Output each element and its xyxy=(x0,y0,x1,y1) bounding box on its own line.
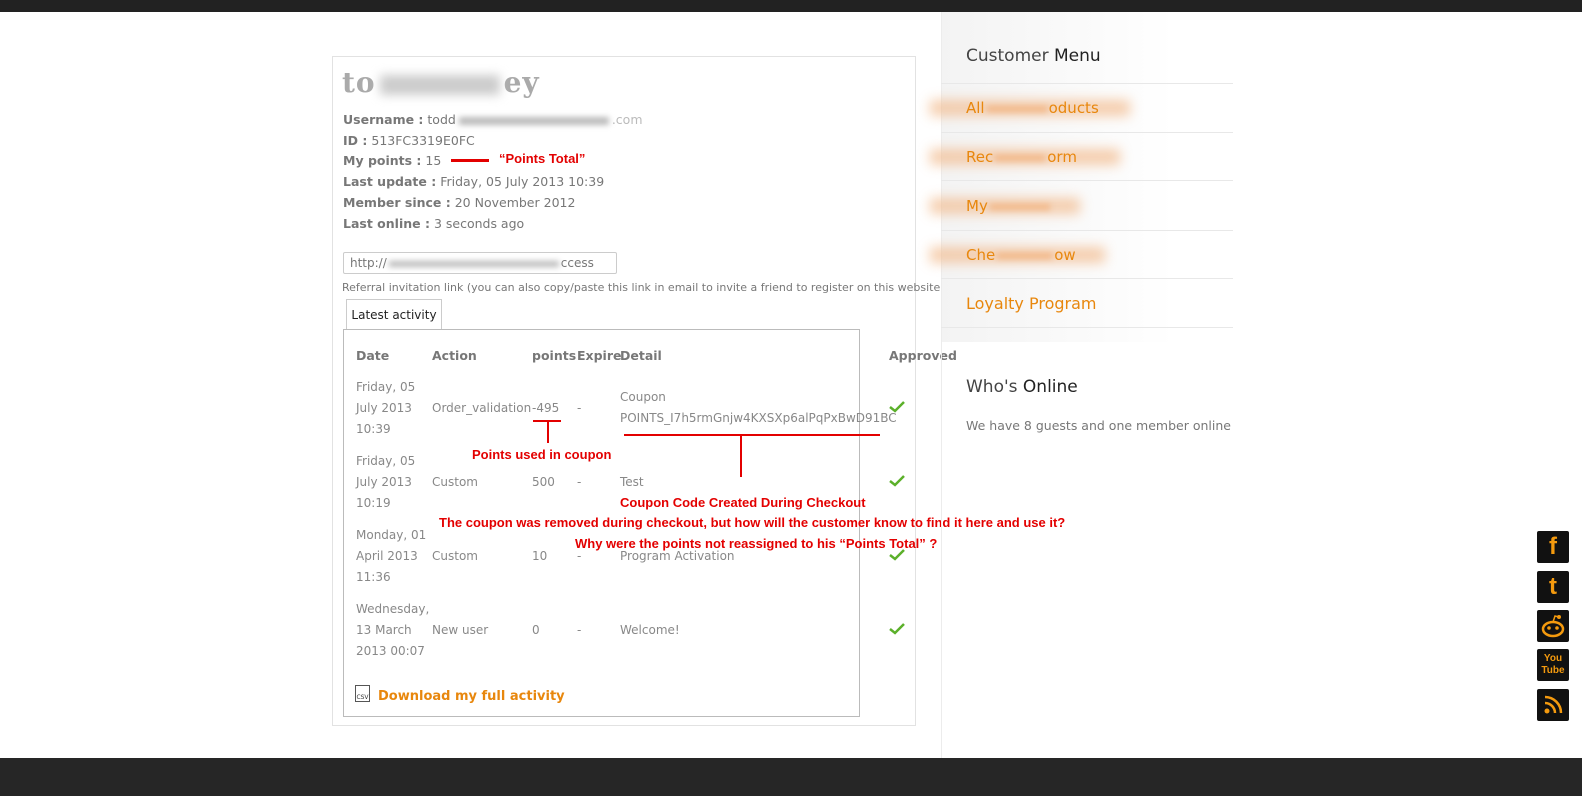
download-activity-link[interactable]: Download my full activity xyxy=(378,689,565,704)
points-line: My points : 15 xyxy=(343,153,442,168)
table-row-expire: - xyxy=(577,401,582,415)
facebook-icon[interactable]: f xyxy=(1537,531,1569,563)
last-update-line: Last update : Friday, 05 July 2013 10:39 xyxy=(343,174,605,189)
table-row-points: 10 xyxy=(532,549,548,563)
col-expire-header: Expire xyxy=(577,348,622,363)
member-since-line: Member since : 20 November 2012 xyxy=(343,195,576,210)
menu-divider xyxy=(941,230,1233,231)
referral-hint: Referral invitation link (you can also c… xyxy=(342,281,949,294)
annotation-line xyxy=(451,159,489,162)
table-row-date: Monday, 01 April 2013 11:36 xyxy=(356,528,427,584)
table-row-date: Friday, 05 July 2013 10:19 xyxy=(356,454,416,510)
sidebar-item-loyalty-program[interactable]: Loyalty Program xyxy=(966,294,1096,313)
col-date-header: Date xyxy=(356,348,390,363)
annotation-question-1: The coupon was removed during checkout, … xyxy=(439,515,1066,530)
tab-latest-activity[interactable]: Latest activity xyxy=(346,299,442,330)
annotation-line xyxy=(740,434,742,477)
approved-check-icon xyxy=(889,623,905,635)
menu-divider xyxy=(941,278,1233,279)
csv-file-icon[interactable]: CSV xyxy=(355,685,370,702)
id-line: ID : 513FC3319E0FC xyxy=(343,133,475,148)
table-row-points: -495 xyxy=(532,401,560,415)
table-row-expire: - xyxy=(577,475,582,489)
sidebar-divider xyxy=(941,12,942,758)
approved-check-icon xyxy=(889,401,905,413)
reddit-icon[interactable] xyxy=(1537,610,1569,642)
sidebar-item-my[interactable]: My xyxy=(966,197,1052,215)
menu-divider xyxy=(941,132,1233,133)
bottom-bar xyxy=(0,758,1582,796)
table-row-action: Custom xyxy=(432,475,478,489)
approved-check-icon xyxy=(889,475,905,487)
col-detail-header: Detail xyxy=(620,348,662,363)
twitter-icon[interactable]: t xyxy=(1537,571,1569,603)
sidebar-item-products[interactable]: All oducts xyxy=(966,99,1099,117)
annotation-question-2: Why were the points not reassigned to hi… xyxy=(575,536,938,551)
table-row-action: Custom xyxy=(432,549,478,563)
points-total-value: 15 xyxy=(425,153,442,168)
youtube-icon[interactable]: You Tube xyxy=(1537,649,1569,681)
username-line: Username : todd .com xyxy=(343,112,643,127)
table-row-date: Friday, 05 July 2013 10:39 xyxy=(356,380,416,436)
table-row-points: 500 xyxy=(532,475,555,489)
annotation-coupon-created: Coupon Code Created During Checkout xyxy=(620,495,866,510)
rss-icon[interactable] xyxy=(1537,689,1569,721)
annotation-points-total: “Points Total” xyxy=(499,151,586,166)
menu-divider xyxy=(941,180,1233,181)
table-row-expire: - xyxy=(577,623,582,637)
table-row-detail: Coupon POINTS_I7h5rmGnjw4KXSXp6alPqPxBwD9… xyxy=(620,390,897,425)
profile-name: to ey xyxy=(342,66,540,99)
customer-menu-heading: Customer Menu xyxy=(966,46,1101,66)
annotation-line xyxy=(624,434,880,436)
table-row-action: Order_validation xyxy=(432,401,532,415)
whos-online-text: We have 8 guests and one member online xyxy=(966,418,1231,433)
col-points-header: points xyxy=(532,348,577,363)
top-bar xyxy=(0,0,1582,12)
sidebar-item-form[interactable]: Rec orm xyxy=(966,148,1077,166)
table-row-action: New user xyxy=(432,623,489,637)
menu-divider xyxy=(941,83,1233,84)
col-action-header: Action xyxy=(432,348,477,363)
last-online-line: Last online : 3 seconds ago xyxy=(343,216,525,231)
table-row-points: 0 xyxy=(532,623,540,637)
table-row-detail: Welcome! xyxy=(620,623,680,637)
annotation-line xyxy=(547,420,549,443)
table-row-detail: Test xyxy=(620,475,644,489)
table-row-date: Wednesday, 13 March 2013 00:07 xyxy=(356,602,430,658)
col-approved-header: Approved xyxy=(889,348,957,363)
referral-link-input[interactable]: http://ccess xyxy=(343,252,617,274)
sidebar-item-checkout[interactable]: Che ow xyxy=(966,246,1076,264)
menu-divider xyxy=(941,327,1233,328)
annotation-points-used: Points used in coupon xyxy=(472,447,612,462)
whos-online-heading: Who's Online xyxy=(966,377,1078,397)
